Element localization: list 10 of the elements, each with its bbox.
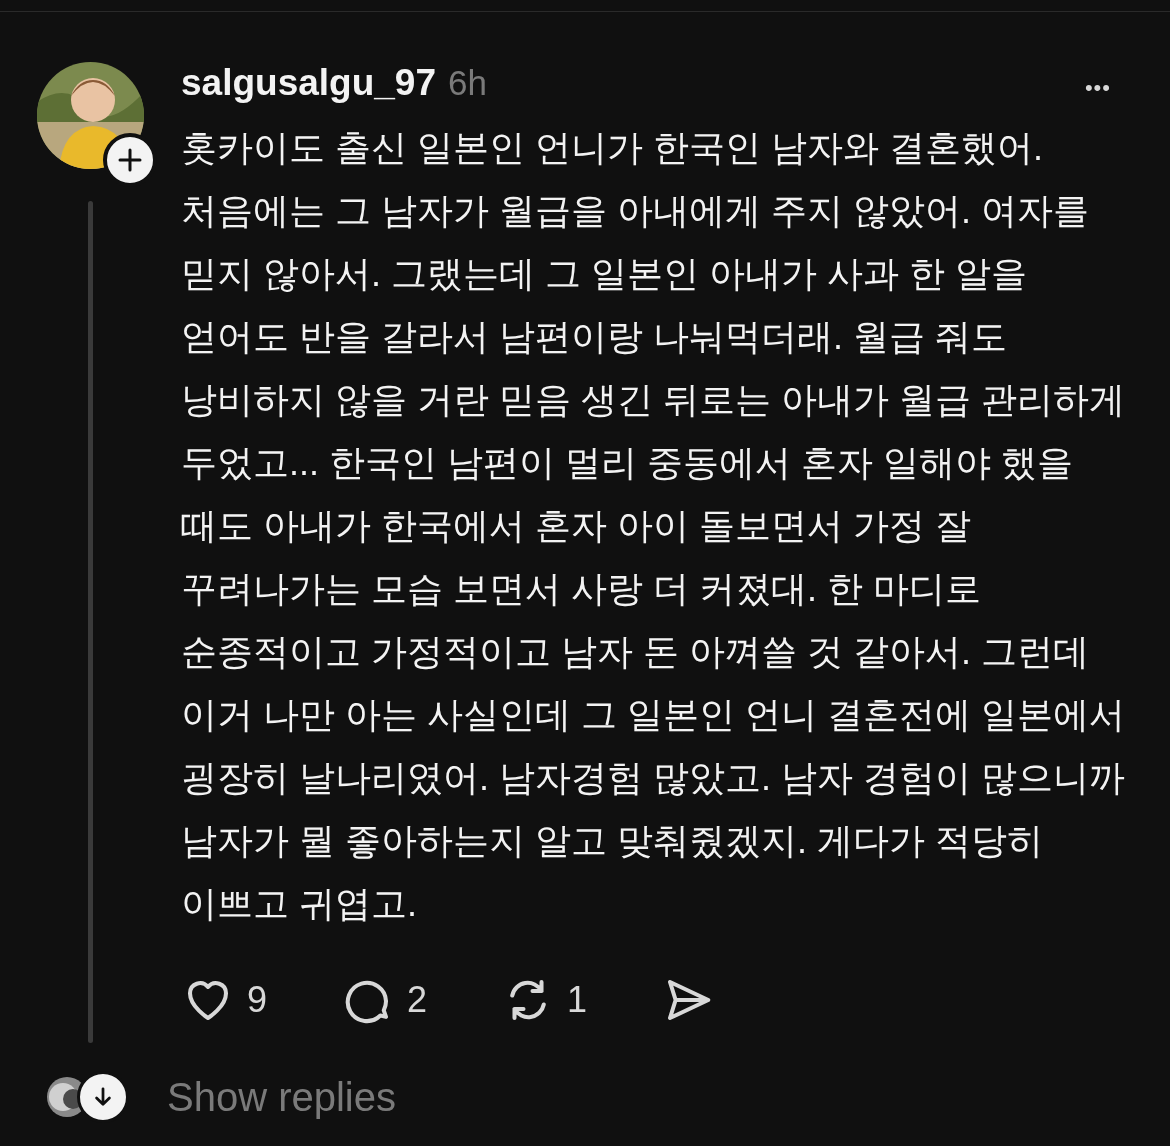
post-text: 홋카이도 출신 일본인 언니가 한국인 남자와 결혼했어. 처음에는 그 남자가 월급을 아내에게 주지 않았어. 여자를 믿지 않아서. 그랬는데 그 일본인 아내가 사과 한 알을 얻어도 반을 갈라서 남편이랑 나눠먹더래. 월급 줘도 낭비하지 않을 거란 믿음 생긴 뒤로는 아내가 월급 관리하게 두었고... 한국인 남편이 멀리 중동에서 혼자 일해야 했을 때도 아내가 한국에서 혼자 아이 돌보면서 가정 잘 꾸려나가는 모습 보면서 사랑 더 커졌대. 한 마디로 순종적이고 가정적이고 남자 돈 아껴쓸 것 같아서. 그런데 이거 나만 아는 사실인데 그 일본인 언니 결혼전에 일본에서 굉장히 날나리였어. 남자경험 많았고. 남자 경험이 많으니까 남자가 뭘 좋아하는지 알고 맞춰줬겠지. 게다가 적당히 이쁘고 귀엽고.: [181, 126, 1126, 926]
username[interactable]: salgusalgu_97: [181, 62, 436, 104]
reply-button[interactable]: 2: [341, 973, 428, 1027]
repost-button[interactable]: 1: [501, 973, 588, 1027]
like-button[interactable]: 9: [181, 973, 268, 1027]
plus-icon: [118, 148, 142, 172]
down-arrow-icon: [92, 1086, 114, 1108]
post-time: 6h: [448, 63, 487, 103]
show-replies-link[interactable]: Show replies: [167, 1074, 396, 1120]
more-button[interactable]: •••: [1084, 75, 1111, 101]
